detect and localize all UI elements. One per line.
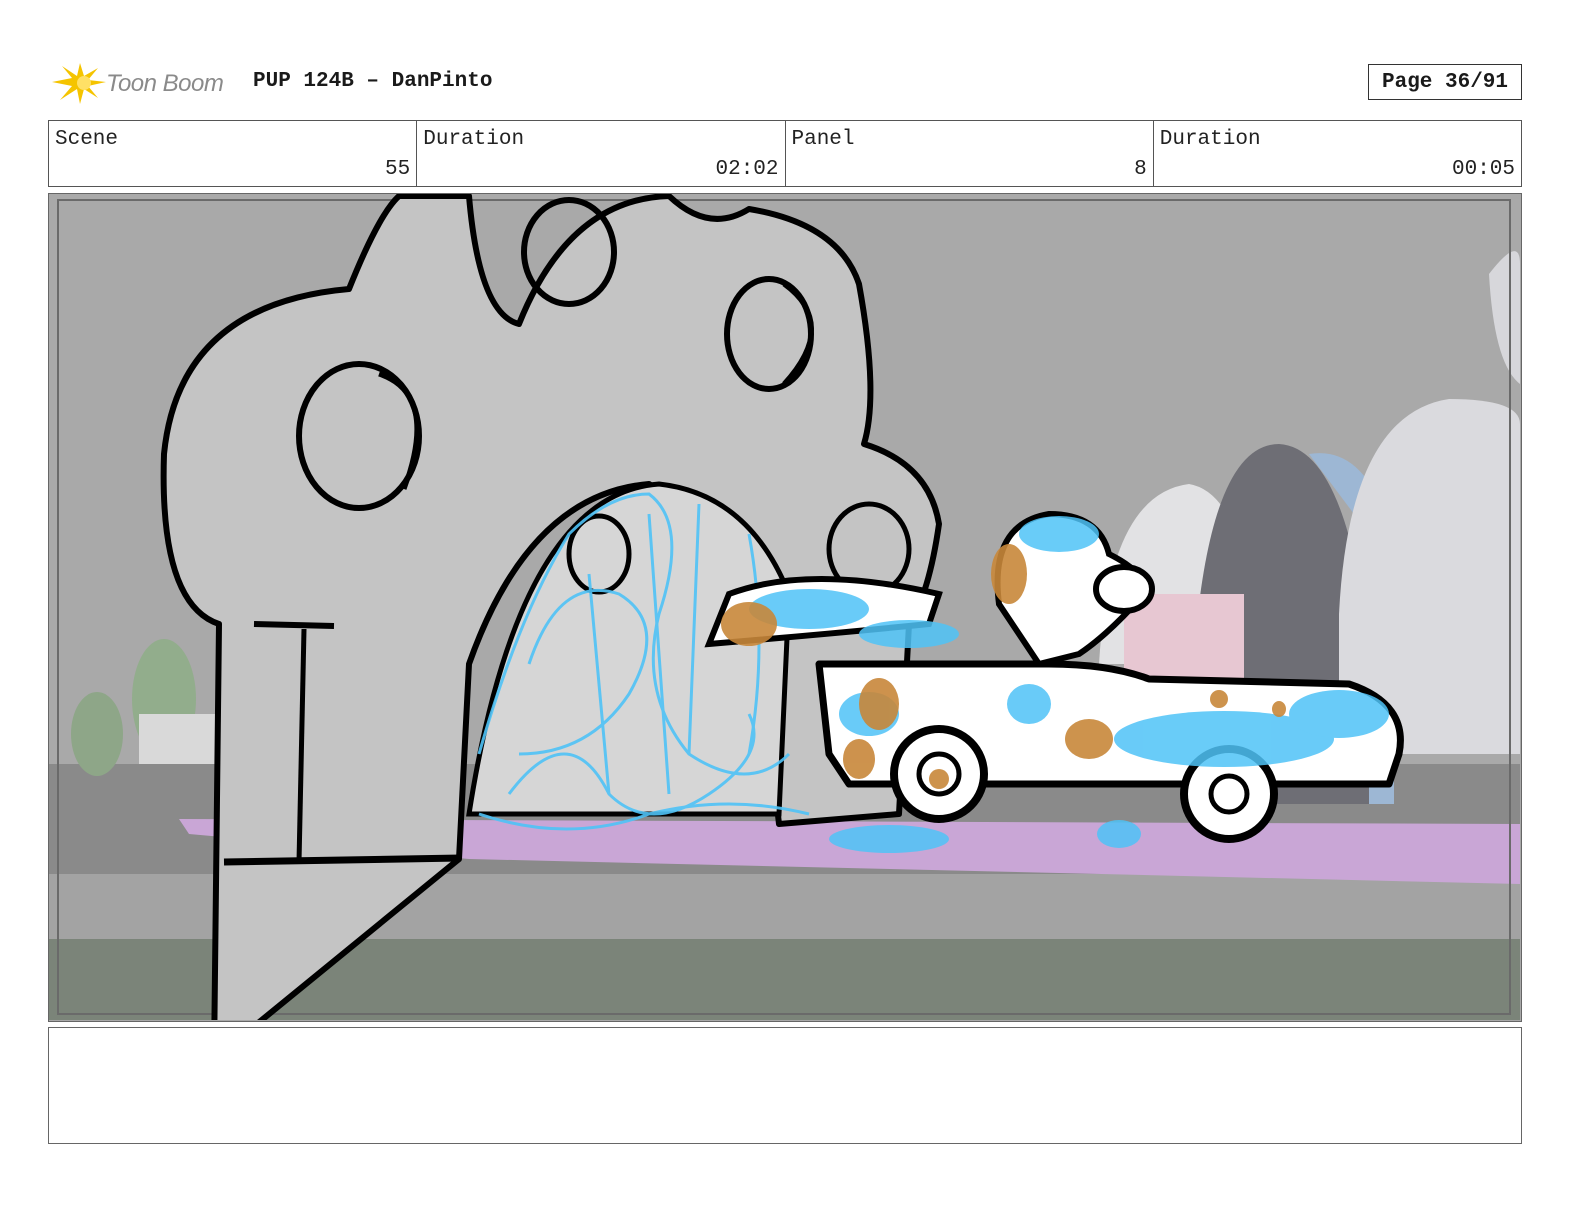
page-indicator: Page 36/91	[1368, 64, 1522, 100]
scene-duration-value: 02:02	[715, 158, 779, 181]
toon-boom-logo: Toon Boom	[50, 58, 240, 108]
caption-box	[48, 1027, 1522, 1144]
panel-duration-value: 00:05	[1451, 158, 1515, 181]
starburst-icon	[52, 63, 106, 104]
document-title: PUP 124B – DanPinto	[253, 70, 493, 93]
scene-value: 55	[385, 158, 411, 181]
panel-duration-label: Duration	[1159, 128, 1261, 151]
scene-label: Scene	[55, 128, 119, 151]
scene-cell: Scene 55	[49, 121, 418, 186]
panel-duration-cell: Duration 00:05	[1154, 121, 1521, 186]
panel-sketch	[49, 194, 1520, 1020]
storyboard-panel-image	[48, 193, 1522, 1022]
panel-cell: Panel 8	[786, 121, 1154, 186]
scene-duration-cell: Duration 02:02	[417, 121, 786, 186]
logo-text: Toon Boom	[106, 70, 224, 97]
panel-value: 8	[1134, 158, 1147, 181]
storyboard-header: Toon Boom PUP 124B – DanPinto Page 36/91	[48, 56, 1522, 108]
panel-label: Panel	[791, 128, 855, 151]
scene-duration-label: Duration	[423, 128, 525, 151]
panel-info-row: Scene 55 Duration 02:02 Panel 8 Duration…	[48, 120, 1522, 187]
